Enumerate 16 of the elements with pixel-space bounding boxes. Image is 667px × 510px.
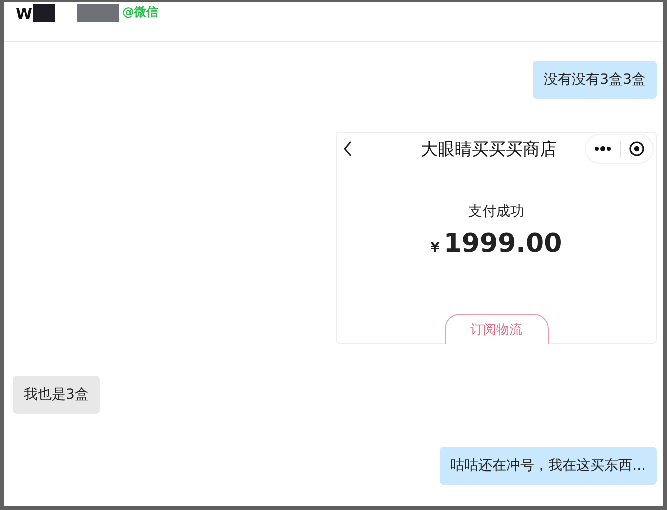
payment-amount: 1999.00 [444,229,562,259]
redaction-block [32,4,55,22]
redaction-block [76,4,119,22]
store-title: 大眼睛买买买商店 [421,138,557,160]
source-label: @微信 [122,4,159,20]
capsule-menu[interactable] [585,134,654,164]
subscribe-button[interactable]: 订阅物流 [444,314,548,344]
message-bubble: 没有没有3盒3盒 [533,61,657,99]
message-bubble: 咕咕还在冲号，我在这买东西... [440,447,657,485]
contact-name: W [16,4,33,24]
message-bubble: 我也是3盒 [13,376,100,414]
payment-status: 支付成功 [468,203,524,221]
more-icon[interactable] [594,146,612,152]
back-icon[interactable] [343,141,353,157]
close-target-icon[interactable] [629,141,645,157]
currency-symbol: ¥ [430,241,440,256]
